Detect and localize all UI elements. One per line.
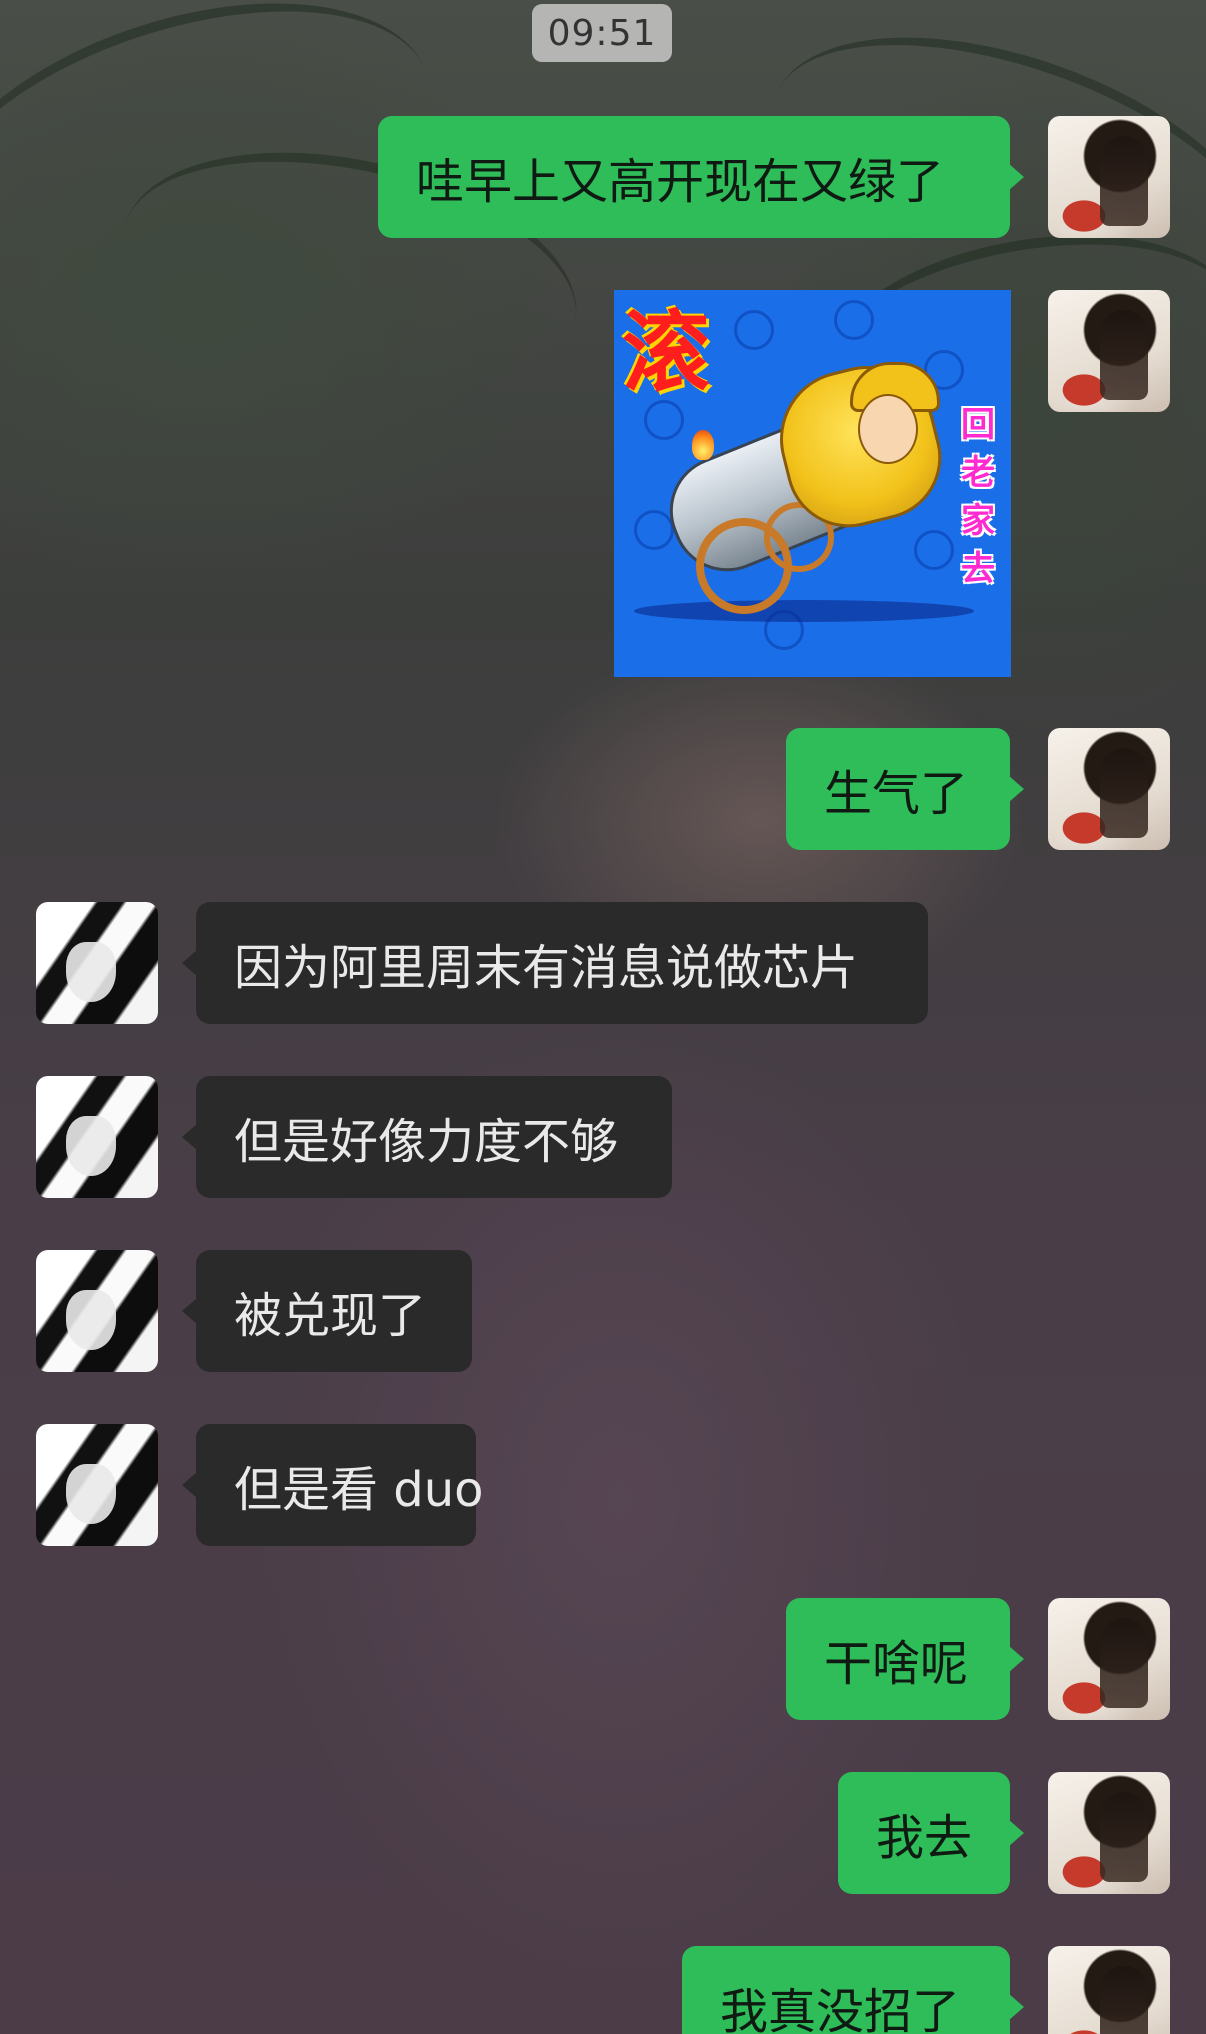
timestamp-chip: 09:51	[532, 4, 672, 62]
message-bubble[interactable]: 哇早上又高开现在又绿了	[378, 116, 1024, 238]
my-avatar[interactable]	[1048, 1946, 1170, 2034]
message-row: 被兑现了	[0, 1250, 1206, 1372]
my-avatar[interactable]	[1048, 728, 1170, 850]
sticker-decoration	[634, 600, 974, 622]
my-avatar[interactable]	[1048, 1598, 1170, 1720]
message-text: 我真没招了	[720, 1984, 961, 2034]
message-bubble[interactable]: 被兑现了	[182, 1250, 472, 1372]
contact-avatar[interactable]	[36, 1076, 158, 1198]
sticker-decoration	[644, 400, 684, 440]
message-text: 哇早上又高开现在又绿了	[416, 154, 945, 210]
message-row: 因为阿里周末有消息说做芯片	[0, 902, 1206, 1024]
message-bubble[interactable]: 但是好像力度不够	[182, 1076, 672, 1198]
message-text: 被兑现了	[234, 1288, 427, 1344]
message-row: 生气了	[0, 728, 1206, 850]
sticker-decoration	[834, 300, 874, 340]
sticker-side-char: 去	[961, 549, 995, 589]
message-bubble[interactable]: 生气了	[786, 728, 1024, 850]
sticker-decoration	[914, 530, 954, 570]
message-text: 生气了	[824, 766, 969, 822]
sticker-decoration	[634, 510, 674, 550]
contact-avatar[interactable]	[36, 1250, 158, 1372]
message-bubble[interactable]: 因为阿里周末有消息说做芯片	[182, 902, 928, 1024]
my-avatar[interactable]	[1048, 116, 1170, 238]
message-text: 但是好像力度不够	[234, 1114, 619, 1170]
message-bubble[interactable]: 但是看 duo	[182, 1424, 484, 1546]
message-text: 因为阿里周末有消息说做芯片	[234, 940, 859, 996]
message-row: 但是看 duo	[0, 1424, 1206, 1546]
message-text: 干啥呢	[824, 1636, 969, 1692]
message-row: 我去	[0, 1772, 1206, 1894]
message-row	[0, 290, 1206, 680]
sticker-decoration	[734, 310, 774, 350]
message-row: 哇早上又高开现在又绿了	[0, 116, 1206, 238]
sticker-side-char: 家	[961, 501, 995, 541]
message-text: 但是看 duo	[234, 1462, 484, 1518]
face-illustration	[858, 394, 918, 464]
message-text: 我去	[876, 1810, 973, 1866]
sticker-image[interactable]: 滚 回 老 家 去	[614, 290, 1011, 677]
sticker-side-char: 老	[961, 453, 995, 493]
message-bubble[interactable]: 我真没招了	[682, 1946, 1024, 2034]
message-bubble[interactable]: 干啥呢	[786, 1598, 1024, 1720]
contact-avatar[interactable]	[36, 902, 158, 1024]
sticker-side-caption: 回 老 家 去	[956, 408, 1000, 586]
message-row: 我真没招了	[0, 1946, 1206, 2034]
contact-avatar[interactable]	[36, 1424, 158, 1546]
fuse-flame-illustration	[692, 430, 714, 460]
my-avatar[interactable]	[1048, 290, 1170, 412]
message-row: 但是好像力度不够	[0, 1076, 1206, 1198]
sticker-caption: 滚	[622, 300, 711, 404]
message-row: 干啥呢	[0, 1598, 1206, 1720]
message-bubble[interactable]: 我去	[838, 1772, 1024, 1894]
my-avatar[interactable]	[1048, 1772, 1170, 1894]
sticker-side-char: 回	[961, 405, 995, 445]
